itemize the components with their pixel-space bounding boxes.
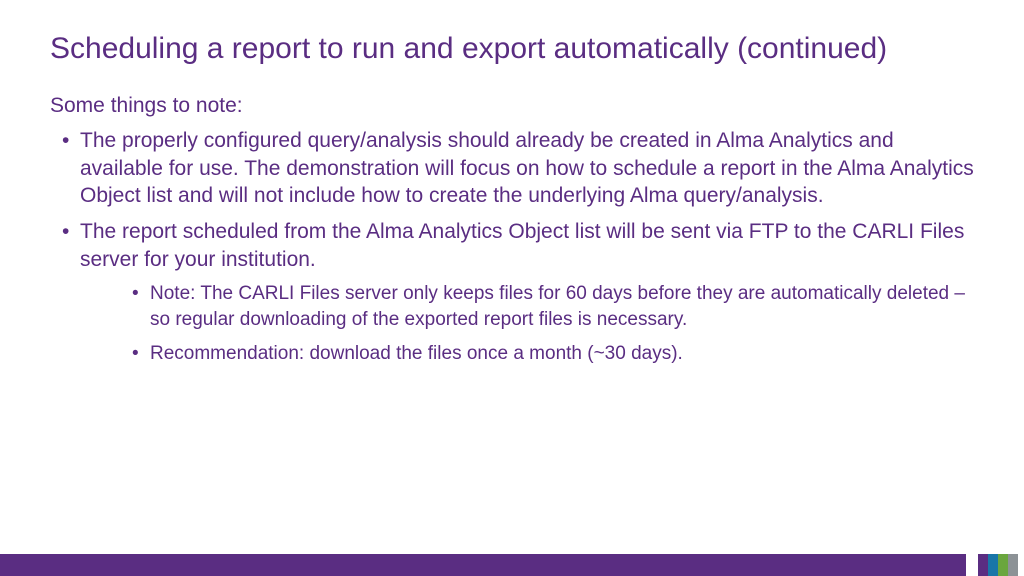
slide: Scheduling a report to run and export au… [0, 0, 1024, 576]
page-title: Scheduling a report to run and export au… [50, 30, 974, 68]
footer-bar-main [0, 554, 966, 576]
bullet-list: The properly configured query/analysis s… [50, 127, 974, 367]
list-item: Recommendation: download the files once … [80, 341, 974, 367]
sub-bullet-text: Recommendation: download the files once … [150, 343, 683, 364]
sub-list: Note: The CARLI Files server only keeps … [80, 281, 974, 366]
footer-stripe [1008, 554, 1018, 576]
bullet-text: The report scheduled from the Alma Analy… [80, 220, 964, 271]
footer-stripe [998, 554, 1008, 576]
footer-end [1018, 554, 1024, 576]
footer-stripe [978, 554, 988, 576]
list-item: Note: The CARLI Files server only keeps … [80, 281, 974, 332]
sub-bullet-text: Note: The CARLI Files server only keeps … [150, 283, 965, 330]
footer-gap [966, 554, 978, 576]
list-item: The properly configured query/analysis s… [50, 127, 974, 210]
list-item: The report scheduled from the Alma Analy… [50, 218, 974, 366]
bullet-text: The properly configured query/analysis s… [80, 129, 974, 207]
footer-decoration [0, 554, 1024, 576]
intro-text: Some things to note: [50, 92, 974, 119]
footer-stripe [988, 554, 998, 576]
